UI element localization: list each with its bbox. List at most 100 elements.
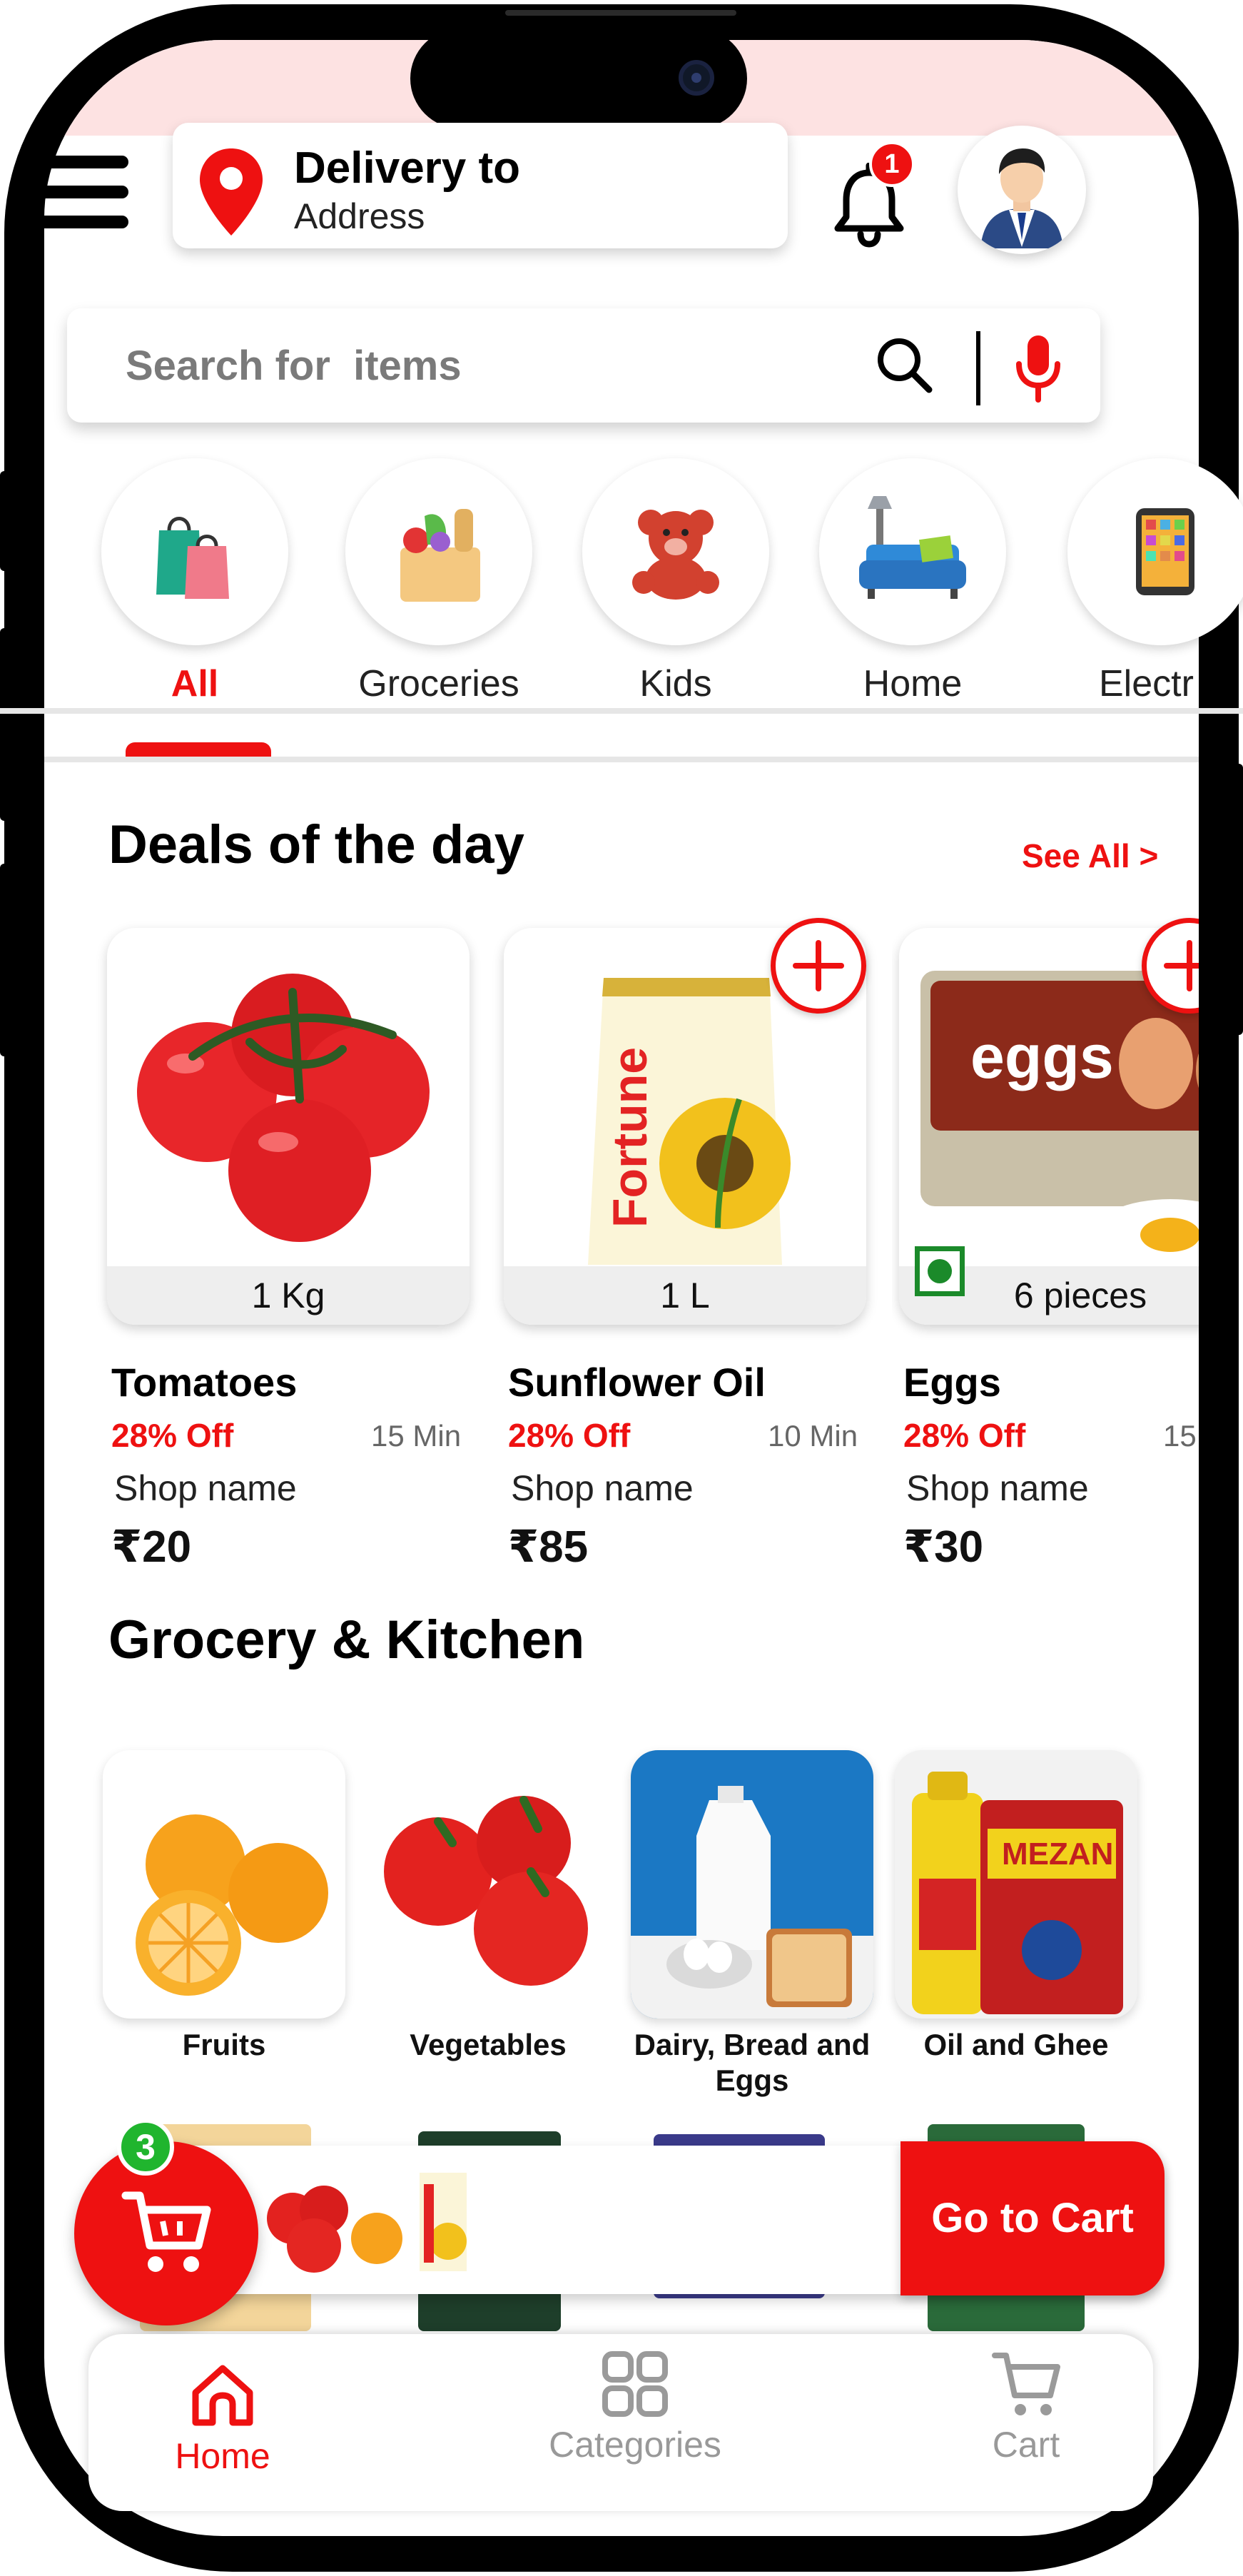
camera-icon [679, 60, 714, 96]
category-tile-image [367, 1750, 609, 2019]
rupee-symbol: ₹ [903, 1522, 935, 1572]
delivery-address: Address [294, 196, 425, 236]
category-tile-oil-ghee[interactable]: MEZAN Oil and Ghee [895, 1750, 1137, 2107]
category-tile-label: Oil and Ghee [923, 2028, 1109, 2061]
nav-categories[interactable]: Categories [528, 2341, 742, 2491]
menu-icon[interactable] [39, 156, 131, 230]
category-tile-image [103, 1750, 345, 2019]
svg-text:MEZAN: MEZAN [1002, 1837, 1113, 1872]
sofa-icon [859, 496, 966, 599]
go-to-cart-button[interactable]: Go to Cart [900, 2141, 1165, 2295]
category-circle [101, 458, 288, 645]
see-all-link[interactable]: See All > [1022, 837, 1158, 875]
cart-items-preview [267, 2173, 467, 2273]
deal-name: Tomatoes [111, 1360, 298, 1405]
add-to-cart-button[interactable] [771, 918, 866, 1014]
deal-delivery-time: 15 Min [371, 1419, 462, 1453]
dynamic-island [410, 29, 747, 128]
deal-quantity: 1 Kg [107, 1266, 470, 1325]
category-tab-electronics[interactable]: Electr [1062, 458, 1243, 744]
svg-text:Fortune: Fortune [603, 1047, 657, 1228]
deal-discount: 28% Off [903, 1417, 1026, 1454]
delivery-title: Delivery to [294, 143, 521, 193]
deal-shop-name: Shop name [511, 1468, 694, 1508]
oranges-image [136, 1814, 328, 1996]
oil-ghee-image: MEZAN [912, 1772, 1123, 2014]
phone-frame: Delivery to Address 1 Search for items A… [0, 0, 1243, 2576]
deals-section-title: Deals of the day [108, 814, 524, 875]
category-label: Home [863, 663, 963, 704]
deal-price-value: 30 [934, 1522, 984, 1572]
teddy-bear-icon [632, 510, 719, 600]
home-icon [192, 2365, 253, 2426]
category-circle [819, 458, 1006, 645]
notification-count-badge: 1 [869, 141, 915, 187]
deal-discount: 28% Off [508, 1417, 631, 1454]
category-tab-home[interactable]: Home [813, 458, 1012, 744]
category-tile-image [631, 1750, 873, 2019]
nav-label: Cart [992, 2425, 1060, 2465]
deal-price: ₹20 [111, 1520, 191, 1572]
avatar[interactable] [958, 126, 1086, 254]
category-tile-label: Fruits [182, 2028, 266, 2061]
deal-price: ₹85 [508, 1520, 588, 1572]
category-tab-groceries[interactable]: Groceries [340, 458, 538, 744]
category-tile-vegetables[interactable]: Vegetables [367, 1750, 609, 2107]
tomatoes-image [137, 974, 430, 1242]
deal-card-eggs[interactable]: eggs 6 pieces Eggs 28% Off 15 Shop name … [899, 918, 1199, 1572]
search-input[interactable] [126, 337, 768, 394]
category-divider [0, 708, 1243, 714]
category-label: Groceries [358, 663, 519, 704]
delivery-location-selector[interactable]: Delivery to Address [173, 123, 788, 248]
category-tile-label: Dairy, Bread and Eggs [634, 2028, 871, 2097]
category-tile-dairy[interactable]: Dairy, Bread and Eggs [631, 1750, 873, 2107]
rupee-symbol: ₹ [111, 1522, 143, 1572]
nav-home[interactable]: Home [116, 2353, 330, 2502]
notifications-button[interactable]: 1 [826, 141, 926, 248]
category-tile-image: MEZAN [895, 1750, 1137, 2019]
search-icon[interactable] [872, 333, 936, 397]
category-label: Electr [1099, 663, 1194, 704]
category-tile-fruits[interactable]: Fruits [103, 1750, 345, 2107]
deal-price-value: 20 [142, 1522, 192, 1572]
category-tile-label: Vegetables [410, 2028, 567, 2061]
microphone-icon[interactable] [1006, 331, 1070, 405]
rupee-symbol: ₹ [508, 1522, 539, 1572]
cart-count-badge: 3 [117, 2118, 174, 2176]
categories-grid-icon [602, 2351, 668, 2417]
shopping-cart-icon [121, 2191, 211, 2272]
dairy-image [631, 1786, 873, 2019]
category-circle [582, 458, 769, 645]
category-tab-all[interactable]: All [96, 458, 294, 744]
deal-price-value: 85 [539, 1522, 589, 1572]
deal-delivery-time: 10 Min [768, 1419, 858, 1453]
deal-clip-region: eggs 6 pieces Eggs 28% Off 15 Shop name … [892, 914, 1199, 1585]
deal-quantity: 1 L [504, 1266, 866, 1325]
add-to-cart-button[interactable] [1142, 918, 1199, 1014]
grocery-section-title: Grocery & Kitchen [108, 1610, 585, 1670]
plus-icon [793, 940, 844, 991]
deal-card-tomatoes[interactable]: 1 Kg Tomatoes 28% Off 15 Min Shop name ₹… [107, 928, 478, 1572]
deal-image: 1 Kg [107, 928, 470, 1325]
deal-shop-name: Shop name [114, 1468, 297, 1508]
vegetables-image [384, 1796, 588, 1986]
shopping-bags-icon [156, 517, 229, 599]
search-divider [976, 331, 980, 405]
location-pin-icon [200, 148, 263, 236]
deal-price: ₹30 [903, 1520, 983, 1572]
deal-delivery-time: 15 [1163, 1419, 1197, 1453]
plus-icon [1164, 940, 1199, 991]
nav-label: Categories [549, 2425, 721, 2465]
nav-cart[interactable]: Cart [919, 2341, 1133, 2491]
category-tab-kids[interactable]: Kids [577, 458, 775, 744]
cart-fab-button[interactable] [74, 2141, 258, 2325]
deal-shop-name: Shop name [906, 1468, 1089, 1508]
search-bar [67, 308, 1100, 423]
grocery-bag-icon [400, 509, 480, 602]
category-divider-line [44, 757, 1199, 762]
deal-discount: 28% Off [111, 1417, 234, 1454]
category-label: All [171, 663, 219, 704]
phone-icon [1136, 508, 1194, 595]
category-circle [345, 458, 532, 645]
deal-card-sunflower-oil[interactable]: Fortune 1 L Sunflower Oil 28% Off 10 Min… [504, 918, 875, 1572]
